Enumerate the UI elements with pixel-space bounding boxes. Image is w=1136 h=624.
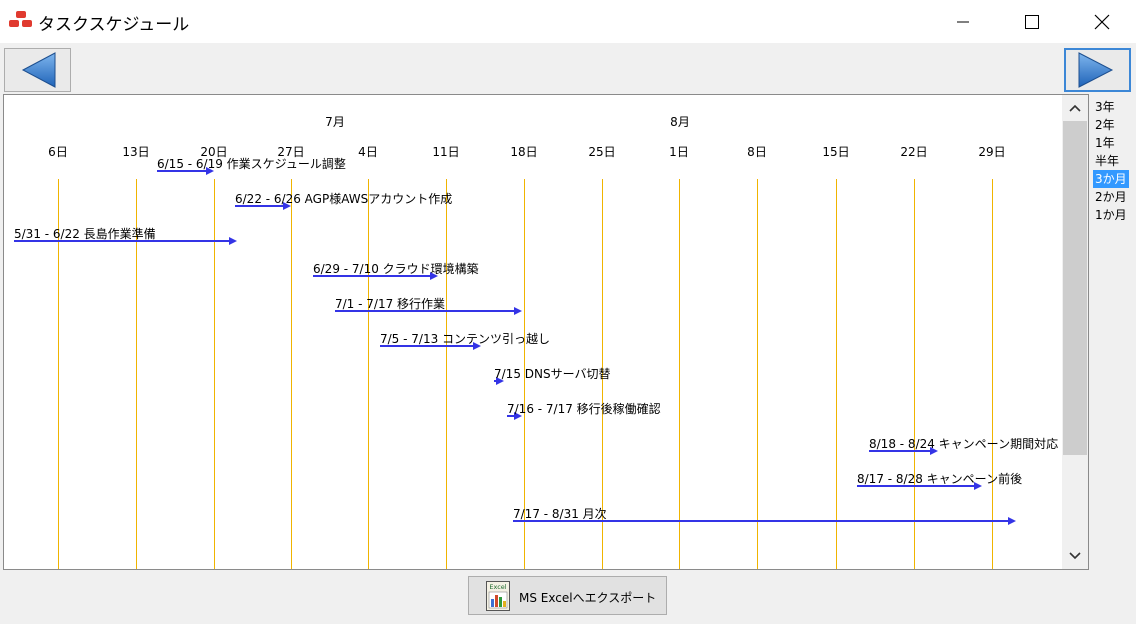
excel-chart-icon: Excel xyxy=(486,581,510,611)
minimize-button[interactable] xyxy=(940,0,986,43)
task-label: 6/22 - 6/26 AGP様AWSアカウント作成 xyxy=(235,192,453,206)
export-button-label: MS Excelへエクスポート xyxy=(519,591,657,605)
chevron-up-icon xyxy=(1069,104,1081,112)
task-label: 7/1 - 7/17 移行作業 xyxy=(335,297,446,311)
task-label: 8/17 - 8/28 キャンペーン前後 xyxy=(857,472,1023,486)
task-label: 8/18 - 8/24 キャンペーン期間対応 xyxy=(869,437,1059,451)
app-icon xyxy=(9,11,33,29)
scroll-thumb[interactable] xyxy=(1063,121,1087,455)
range-option[interactable]: 3年 xyxy=(1093,98,1129,116)
range-option[interactable]: 半年 xyxy=(1093,152,1129,170)
scroll-down-button[interactable] xyxy=(1062,544,1088,568)
maximize-button[interactable] xyxy=(1009,0,1055,43)
export-excel-button[interactable]: Excel MS Excelへエクスポート xyxy=(468,576,667,615)
task-label: 7/17 - 8/31 月次 xyxy=(513,507,607,521)
vertical-scrollbar[interactable] xyxy=(1062,95,1088,569)
task-label: 6/29 - 7/10 クラウド環境構築 xyxy=(313,262,479,276)
prev-period-button[interactable] xyxy=(4,48,71,92)
close-button[interactable] xyxy=(1079,0,1125,43)
range-selector[interactable]: 3年 2年 1年 半年 3か月 2か月 1か月 xyxy=(1093,98,1129,224)
close-icon xyxy=(1094,14,1110,29)
triangle-left-icon xyxy=(21,52,56,88)
task-label: 7/16 - 7/17 移行後稼働確認 xyxy=(507,402,661,416)
range-option[interactable]: 3か月 xyxy=(1093,170,1129,188)
range-option[interactable]: 1か月 xyxy=(1093,206,1129,224)
task-label: 7/5 - 7/13 コンテンツ引っ越し xyxy=(380,332,551,346)
task-label: 7/15 DNSサーバ切替 xyxy=(494,367,611,381)
range-option[interactable]: 2年 xyxy=(1093,116,1129,134)
next-period-button[interactable] xyxy=(1064,48,1131,92)
chevron-down-icon xyxy=(1069,552,1081,560)
task-label: 5/31 - 6/22 長島作業準備 xyxy=(14,227,156,241)
maximize-icon xyxy=(1025,14,1039,29)
svg-text:Excel: Excel xyxy=(489,583,506,591)
title-bar: タスクスケジュール xyxy=(0,0,1136,43)
scroll-up-button[interactable] xyxy=(1062,96,1088,120)
timeline-panel[interactable]: 7月 8月 6日 13日 20日 27日 4日 11日 18日 25日 1日 8日 15日 22日 29日… xyxy=(3,94,1089,570)
triangle-right-icon xyxy=(1078,52,1114,88)
range-option[interactable]: 1年 xyxy=(1093,134,1129,152)
minimize-icon xyxy=(957,21,969,22)
task-label: 6/15 - 6/19 作業スケジュール調整 xyxy=(157,157,346,171)
range-option[interactable]: 2か月 xyxy=(1093,188,1129,206)
window-title: タスクスケジュール xyxy=(38,15,190,35)
